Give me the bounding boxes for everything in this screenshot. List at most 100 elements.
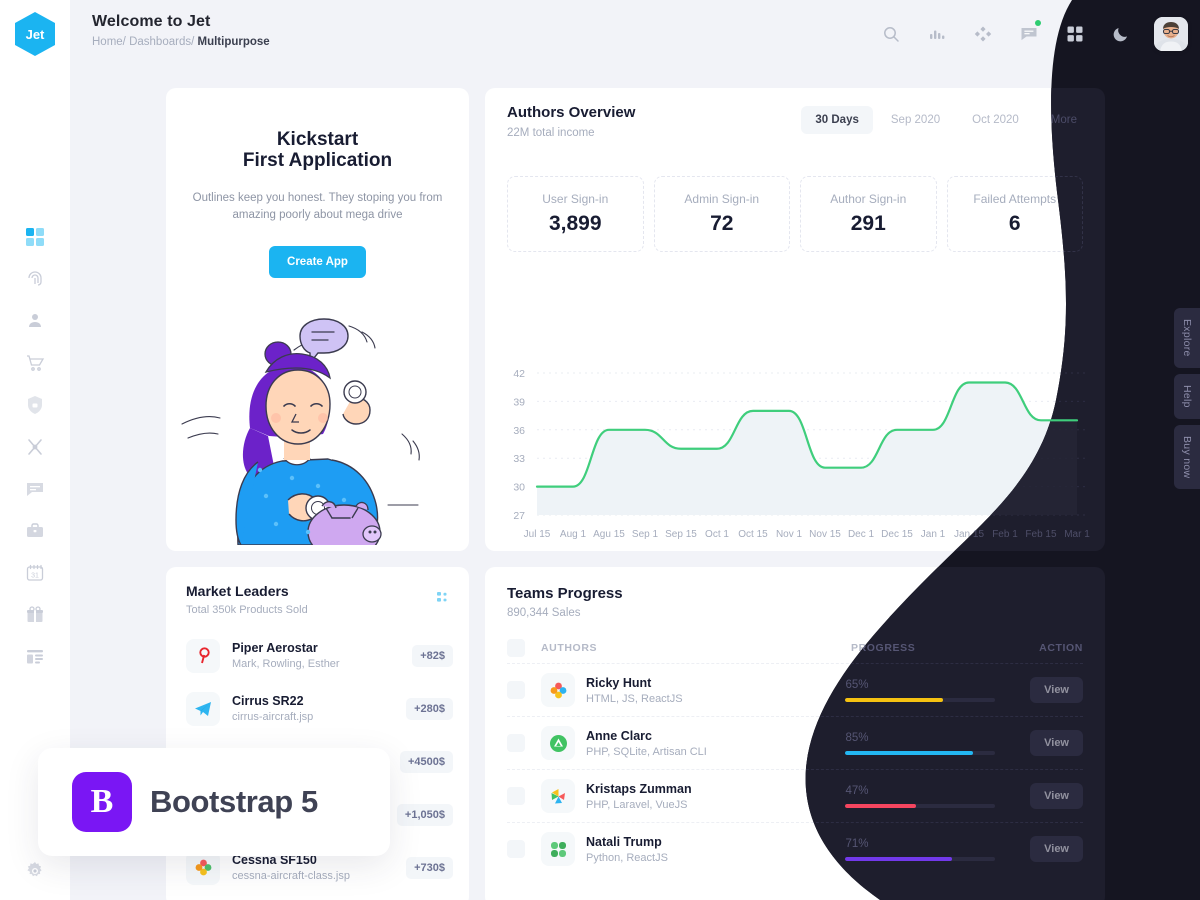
sidebar-item-dashboard[interactable]	[23, 226, 47, 248]
row-checkbox[interactable]	[507, 840, 525, 858]
svg-text:Aug 1: Aug 1	[560, 529, 587, 540]
tab-30-days[interactable]: 30 Days	[801, 106, 873, 134]
search-icon[interactable]	[878, 21, 904, 47]
row-info: Anne Clarc PHP, SQLite, Artisan CLI	[586, 729, 845, 758]
svg-text:Oct 1: Oct 1	[705, 529, 729, 540]
side-tab-help[interactable]: Help	[1174, 373, 1200, 419]
column-progress: PROGRESS	[851, 642, 916, 654]
sidebar-item-profile[interactable]	[23, 310, 47, 332]
authors-stats: User Sign-in 3,899 Admin Sign-in 72 Auth…	[507, 176, 1083, 252]
drive-icon	[541, 726, 575, 760]
svg-text:27: 27	[513, 510, 525, 522]
sidebar-item-ecommerce[interactable]	[23, 352, 47, 374]
sidebar-item-security[interactable]	[23, 394, 47, 416]
tab-sep-2020[interactable]: Sep 2020	[877, 106, 954, 134]
avatar[interactable]	[1154, 17, 1188, 51]
row-percent: 71%	[845, 837, 869, 850]
sidebar-item-projects[interactable]	[23, 520, 47, 542]
view-button[interactable]: View	[1030, 783, 1083, 809]
side-tab-buy-now[interactable]: Buy now	[1174, 424, 1200, 489]
progress-fill	[845, 804, 916, 808]
svg-text:Sep 1: Sep 1	[632, 529, 659, 540]
sidebar-item-layout[interactable]	[23, 646, 47, 668]
row-checkbox[interactable]	[507, 787, 525, 805]
breadcrumb: Home/ Dashboards/ Multipurpose	[92, 36, 270, 48]
authors-overview-card: Authors Overview 22M total income 30 Day…	[485, 88, 1105, 551]
tab-oct-2020[interactable]: Oct 2020	[958, 106, 1033, 134]
list-item-amount: +280$	[406, 697, 453, 720]
list-item-meta: Mark, Rowling, Esther	[232, 658, 340, 670]
row-progress: 71%	[845, 838, 1030, 861]
row-name: Anne Clarc	[586, 728, 652, 743]
sidebar-nav: 31	[23, 226, 47, 668]
app-logo[interactable]: Jet	[15, 12, 55, 56]
teams-subtitle: 890,344 Sales	[507, 607, 581, 619]
sidebar-item-chat[interactable]	[23, 478, 47, 500]
authors-title: Authors Overview	[507, 104, 636, 121]
pinwheel-icon	[541, 779, 575, 813]
grid-apps-icon[interactable]	[1062, 21, 1088, 47]
breadcrumb-home[interactable]: Home/	[92, 36, 126, 48]
view-button[interactable]: View	[1030, 836, 1083, 862]
list-item[interactable]: Piper Aerostar Mark, Rowling, Esther +82…	[186, 629, 453, 682]
market-title: Market Leaders	[186, 583, 289, 599]
teams-title: Teams Progress	[507, 585, 623, 602]
sidebar-item-calendar[interactable]: 31	[23, 562, 47, 584]
sidebar-settings[interactable]	[0, 860, 70, 882]
kickstart-subtitle: Outlines keep you honest. They stoping y…	[192, 191, 443, 222]
list-item-name: Piper Aerostar	[232, 641, 318, 655]
dots-grid-icon[interactable]	[437, 591, 451, 609]
sidebar-item-tools[interactable]	[23, 436, 47, 458]
list-item-text: Piper Aerostar Mark, Rowling, Esther	[232, 641, 412, 670]
market-subtitle: Total 350k Products Sold	[186, 604, 308, 616]
list-item-text: Cirrus SR22 cirrus-aircraft.jsp	[232, 694, 406, 723]
stat-label: User Sign-in	[542, 192, 609, 206]
view-button[interactable]: View	[1030, 677, 1083, 703]
progress-bar	[845, 804, 995, 808]
page-title: Welcome to Jet	[92, 13, 211, 30]
svg-text:Mar 1: Mar 1	[1064, 529, 1090, 540]
list-item[interactable]: Cirrus SR22 cirrus-aircraft.jsp +280$	[186, 682, 453, 735]
kickstart-card: Kickstart First Application Outlines kee…	[166, 88, 469, 560]
row-checkbox[interactable]	[507, 681, 525, 699]
progress-bar	[845, 698, 995, 702]
page-header: Welcome to Jet Home/ Dashboards/ Multipu…	[70, 0, 1200, 68]
stat-author-signin: Author Sign-in 291	[800, 176, 937, 252]
svg-text:Sep 15: Sep 15	[665, 529, 697, 540]
row-percent: 85%	[845, 731, 869, 744]
moon-icon[interactable]	[1108, 21, 1134, 47]
stat-label: Failed Attempts	[973, 192, 1057, 206]
bar-chart-icon[interactable]	[924, 21, 950, 47]
sidebar-item-gifts[interactable]	[23, 604, 47, 626]
svg-text:42: 42	[513, 368, 525, 380]
list-item-amount: +1,050$	[396, 803, 453, 826]
svg-text:39: 39	[513, 396, 525, 408]
stat-user-signin: User Sign-in 3,899	[507, 176, 644, 252]
breadcrumb-dashboards[interactable]: Dashboards/	[129, 36, 194, 48]
row-progress: 47%	[845, 785, 1030, 808]
row-stack: PHP, Laravel, VueJS	[586, 798, 688, 811]
chat-icon[interactable]	[1016, 20, 1042, 47]
side-tab-explore[interactable]: Explore	[1174, 308, 1200, 368]
create-app-button[interactable]: Create App	[269, 246, 366, 279]
list-item-amount: +4500$	[399, 750, 453, 773]
bootstrap-badge: B Bootstrap 5	[38, 748, 390, 856]
svg-text:31: 31	[31, 573, 39, 580]
list-item-meta: cessna-aircraft-class.jsp	[232, 870, 350, 882]
sidebar-item-fingerprint[interactable]	[23, 268, 47, 290]
row-percent: 65%	[845, 678, 869, 691]
bootstrap-letter: B	[90, 783, 114, 820]
row-checkbox[interactable]	[507, 734, 525, 752]
kickstart-title-line2: First Application	[242, 149, 393, 171]
row-action: View	[1030, 836, 1083, 862]
view-button[interactable]: View	[1030, 730, 1083, 756]
column-authors: AUTHORS	[541, 642, 598, 654]
row-progress: 85%	[845, 732, 1030, 755]
select-all-checkbox[interactable]	[507, 639, 525, 657]
move-diamond-icon[interactable]	[970, 21, 996, 47]
authors-subtitle: 22M total income	[507, 127, 595, 139]
pinterest-icon	[186, 638, 220, 673]
bootstrap-icon: B	[72, 772, 132, 832]
bootstrap-label: Bootstrap 5	[150, 784, 318, 819]
row-stack: Python, ReactJS	[586, 851, 668, 864]
